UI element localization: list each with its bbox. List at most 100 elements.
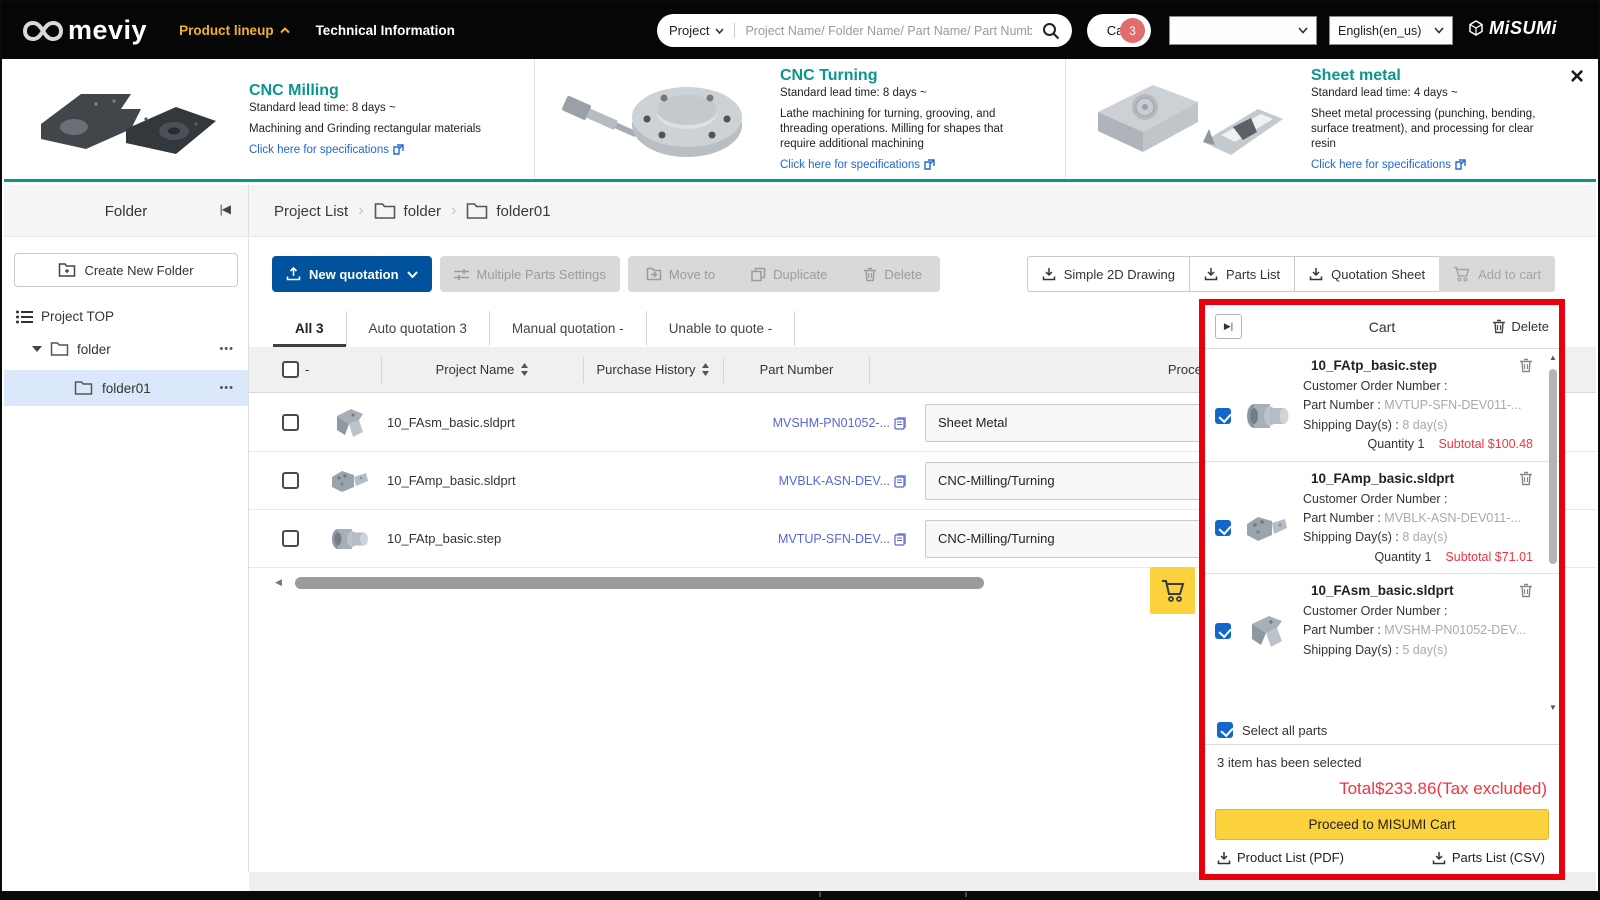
cart-summary: 3 item has been selected Total$233.86(Ta… (1205, 745, 1559, 799)
trash-icon[interactable] (1519, 583, 1533, 598)
part-thumbnail (1241, 506, 1293, 550)
copy-icon[interactable] (894, 474, 907, 488)
product-list-pdf-link[interactable]: Product List (PDF) (1217, 850, 1344, 865)
multiple-parts-settings-button[interactable]: Multiple Parts Settings (439, 256, 620, 292)
new-quotation-button[interactable]: New quotation (272, 256, 432, 292)
select-all-label: - (305, 362, 310, 377)
scroll-down-icon[interactable]: ▼ (1549, 703, 1557, 712)
banner-title: Sheet metal (1311, 67, 1401, 85)
scroll-up-icon[interactable]: ▲ (1549, 353, 1557, 362)
scrollbar-thumb[interactable] (1549, 369, 1557, 564)
sidebar-item-folder01[interactable]: folder01 ••• (4, 370, 248, 406)
horizontal-scrollbar[interactable]: ◀ (275, 576, 1193, 589)
part-thumbnail (1241, 394, 1293, 438)
tab-auto-quotation[interactable]: Auto quotation 3 (347, 311, 490, 346)
download-icon (1217, 851, 1231, 865)
panel-collapse-icon[interactable]: ▶| (1215, 314, 1242, 339)
download-icon (1042, 267, 1056, 281)
trash-icon (863, 267, 877, 282)
folder-icon (74, 380, 93, 396)
breadcrumb-project-list[interactable]: Project List (274, 203, 348, 220)
cart-item: 10_FAtp_basic.step Customer Order Number… (1205, 349, 1559, 462)
meviy-logo[interactable]: meviy (22, 15, 147, 46)
sidebar-item-project-top[interactable]: Project TOP (16, 309, 248, 324)
cart-item-name: 10_FAsm_basic.sldprt (1311, 583, 1454, 598)
breadcrumb-folder01[interactable]: folder01 (466, 202, 551, 220)
breadcrumb-separator: › (451, 202, 457, 219)
sidebar-collapse-icon[interactable]: |◀ (220, 202, 231, 216)
simple-2d-drawing-button[interactable]: Simple 2D Drawing (1026, 256, 1190, 292)
tab-all[interactable]: All 3 (272, 311, 347, 347)
cart-scrollbar[interactable]: ▲ ▼ (1548, 353, 1558, 712)
row-checkbox[interactable] (282, 472, 299, 489)
language-select[interactable]: English(en_us) (1329, 16, 1453, 45)
cart-item-checkbox[interactable] (1215, 407, 1231, 424)
sort-icon[interactable] (701, 363, 710, 376)
folder-icon (374, 202, 396, 220)
move-to-button[interactable]: Move to (628, 267, 733, 282)
header-empty-select[interactable] (1169, 16, 1317, 45)
row-part-number-link[interactable]: MVTUP-SFN-DEV... (737, 532, 907, 546)
column-project-name[interactable]: Project Name (382, 356, 584, 383)
floating-cart-button[interactable] (1150, 567, 1195, 614)
cart-item-order-label: Customer Order Number : (1303, 491, 1448, 506)
tab-manual-quotation[interactable]: Manual quotation - (490, 311, 647, 346)
banner-title: CNC Turning (780, 67, 878, 85)
scrollbar-thumb[interactable] (294, 576, 984, 589)
cart-item-checkbox[interactable] (1215, 623, 1231, 640)
row-project-name: 10_FAsm_basic.sldprt (387, 415, 515, 430)
tab-unable-to-quote[interactable]: Unable to quote - (647, 311, 796, 346)
banner-spec-link[interactable]: Click here for specifications (249, 144, 481, 156)
parts-list-button[interactable]: Parts List (1188, 256, 1296, 292)
part-thumbnail (1241, 609, 1293, 653)
search-input[interactable] (735, 23, 1042, 38)
search-icon[interactable] (1042, 22, 1060, 40)
banner-close-icon[interactable]: × (1570, 65, 1584, 89)
parts-list-csv-link[interactable]: Parts List (CSV) (1432, 850, 1545, 865)
row-checkbox[interactable] (282, 414, 299, 431)
column-purchase-history[interactable]: Purchase History (584, 356, 724, 383)
breadcrumb-separator: › (358, 202, 364, 219)
row-part-number-link[interactable]: MVSHM-PN01052-... (737, 416, 907, 430)
search-category-select[interactable]: Project (669, 23, 736, 38)
add-to-cart-button[interactable]: Add to cart (1439, 256, 1555, 292)
copy-icon[interactable] (894, 416, 907, 430)
banner-spec-link[interactable]: Click here for specifications (1311, 159, 1552, 171)
proceed-to-misumi-cart-button[interactable]: Proceed to MISUMI Cart (1215, 809, 1549, 840)
meviy-app: meviy Product lineup Technical Informati… (0, 0, 1600, 900)
sort-icon[interactable] (520, 363, 529, 376)
select-all-parts-row[interactable]: Select all parts (1205, 716, 1559, 745)
select-all-checkbox[interactable] (282, 361, 299, 378)
top-header: meviy Product lineup Technical Informati… (2, 2, 1598, 59)
copy-icon[interactable] (894, 532, 907, 546)
nav-technical-information[interactable]: Technical Information (316, 23, 455, 38)
product-banner: CNC Milling Standard lead time: 8 days ~… (4, 59, 1596, 182)
external-link-icon (924, 159, 935, 171)
quotation-sheet-button[interactable]: Quotation Sheet (1294, 256, 1441, 292)
row-checkbox[interactable] (282, 530, 299, 547)
sidebar-item-folder[interactable]: folder ••• (4, 332, 248, 366)
scroll-left-icon[interactable]: ◀ (275, 577, 282, 588)
cart-delete-button[interactable]: Delete (1492, 319, 1549, 334)
folder-more-icon[interactable]: ••• (219, 382, 234, 394)
row-part-number-link[interactable]: MVBLK-ASN-DEV... (737, 474, 907, 488)
breadcrumb-folder[interactable]: folder (374, 202, 441, 220)
banner-card-cnc-milling: CNC Milling Standard lead time: 8 days ~… (4, 59, 534, 179)
nav-product-lineup[interactable]: Product lineup (179, 23, 290, 38)
banner-title: CNC Milling (249, 82, 339, 100)
select-all-parts-checkbox[interactable] (1217, 722, 1233, 738)
selected-count-text: 3 item has been selected (1217, 755, 1362, 770)
create-new-folder-button[interactable]: Create New Folder (14, 253, 238, 287)
trash-icon[interactable] (1519, 471, 1533, 486)
folder-more-icon[interactable]: ••• (219, 343, 234, 355)
folder-panel-title: Folder (104, 202, 148, 220)
column-part-number[interactable]: Part Number (724, 356, 870, 383)
subheader-strip: Folder |◀ Project List › folder › folder… (4, 185, 1596, 237)
banner-spec-link[interactable]: Click here for specifications (780, 159, 1021, 171)
tree-expand-icon[interactable] (32, 346, 42, 352)
breadcrumb: Project List › folder › folder01 (274, 185, 551, 237)
cart-item-checkbox[interactable] (1215, 520, 1231, 537)
trash-icon[interactable] (1519, 358, 1533, 373)
delete-button[interactable]: Delete (845, 267, 940, 282)
duplicate-button[interactable]: Duplicate (733, 267, 845, 282)
